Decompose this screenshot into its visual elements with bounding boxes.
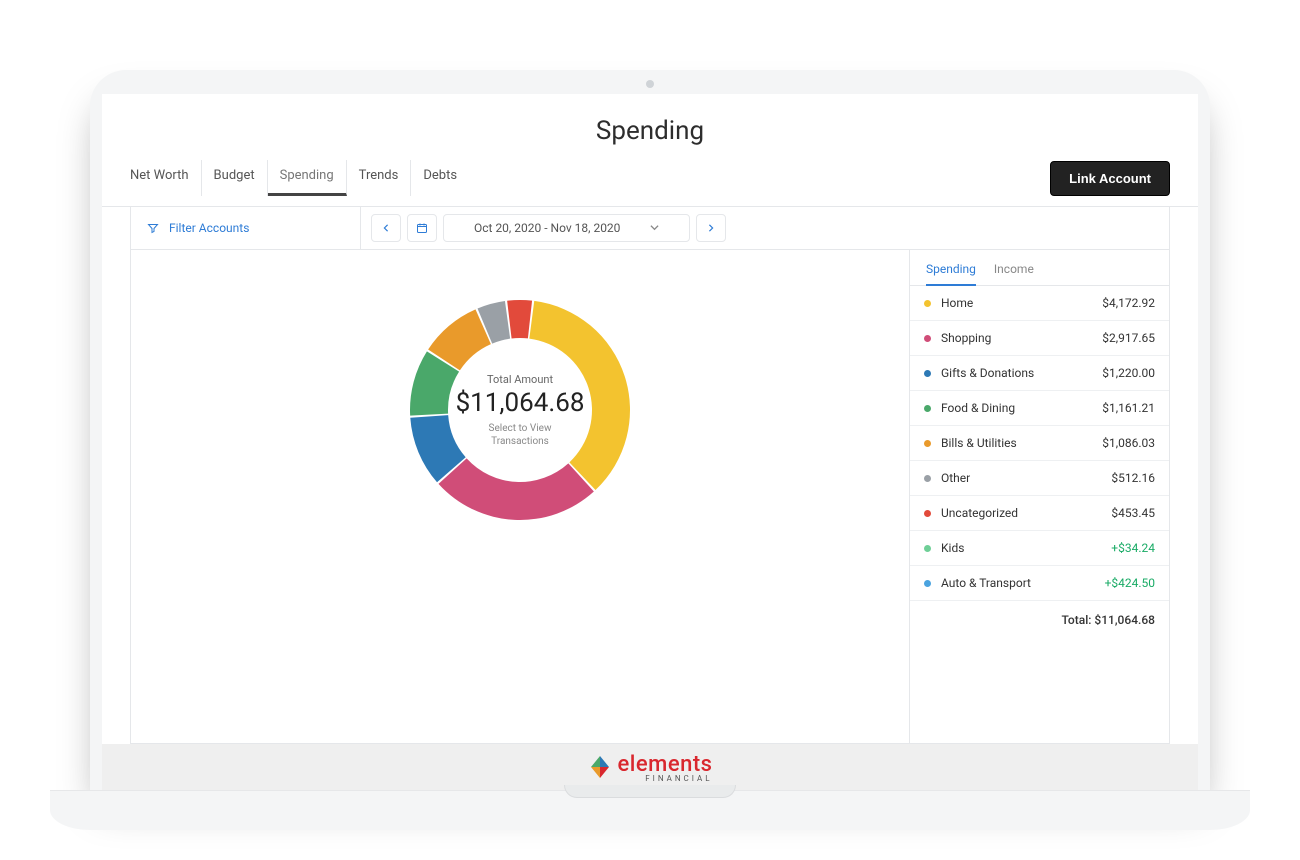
category-name: Gifts & Donations [941, 366, 1102, 380]
footer-logo-bar: elements FINANCIAL [102, 744, 1198, 790]
filter-bar: Filter Accounts Oct 20, 2020 - Nov 18, 2… [130, 206, 1170, 250]
calendar-button[interactable] [407, 214, 437, 242]
category-name: Other [941, 471, 1111, 485]
chevron-down-icon [650, 223, 659, 232]
category-amount: $2,917.65 [1102, 331, 1155, 345]
category-row[interactable]: Uncategorized$453.45 [910, 496, 1169, 531]
category-name: Uncategorized [941, 506, 1111, 520]
category-color-dot [924, 545, 931, 552]
category-color-dot [924, 580, 931, 587]
side-tabs: Spending Income [910, 250, 1169, 286]
category-color-dot [924, 475, 931, 482]
donut-chart[interactable]: Total Amount $11,064.68 Select to View T… [400, 290, 640, 530]
category-row[interactable]: Auto & Transport+$424.50 [910, 566, 1169, 601]
donut-slice[interactable] [438, 458, 593, 520]
donut-slice[interactable] [507, 300, 532, 338]
date-next-button[interactable] [696, 214, 726, 242]
category-color-dot [924, 440, 931, 447]
category-amount: $1,086.03 [1102, 436, 1155, 450]
category-color-dot [924, 405, 931, 412]
elements-logo: elements FINANCIAL [587, 752, 712, 783]
category-row[interactable]: Shopping$2,917.65 [910, 321, 1169, 356]
date-range-picker[interactable]: Oct 20, 2020 - Nov 18, 2020 [443, 214, 690, 242]
date-nav: Oct 20, 2020 - Nov 18, 2020 [361, 206, 1169, 249]
camera-dot [646, 80, 654, 88]
category-name: Kids [941, 541, 1111, 555]
laptop-base [50, 790, 1250, 830]
category-row[interactable]: Other$512.16 [910, 461, 1169, 496]
category-color-dot [924, 510, 931, 517]
tab-spending[interactable]: Spending [268, 160, 347, 196]
category-amount: $4,172.92 [1102, 296, 1155, 310]
body: Total Amount $11,064.68 Select to View T… [130, 250, 1170, 744]
category-row[interactable]: Home$4,172.92 [910, 286, 1169, 321]
category-amount: +$34.24 [1111, 541, 1155, 555]
chart-panel: Total Amount $11,064.68 Select to View T… [131, 250, 909, 743]
category-row[interactable]: Gifts & Donations$1,220.00 [910, 356, 1169, 391]
category-row[interactable]: Food & Dining$1,161.21 [910, 391, 1169, 426]
category-amount: $453.45 [1111, 506, 1155, 520]
category-color-dot [924, 300, 931, 307]
category-name: Home [941, 296, 1102, 310]
category-list: Home$4,172.92Shopping$2,917.65Gifts & Do… [910, 286, 1169, 601]
page-title: Spending [102, 94, 1198, 160]
tab-budget[interactable]: Budget [202, 160, 268, 196]
screen: Spending Net WorthBudgetSpendingTrendsDe… [102, 94, 1198, 790]
category-name: Shopping [941, 331, 1102, 345]
logo-mark-icon [587, 754, 613, 780]
filter-accounts-label: Filter Accounts [169, 221, 249, 235]
logo-brand: elements [617, 752, 712, 777]
date-range-text: Oct 20, 2020 - Nov 18, 2020 [474, 221, 620, 235]
date-prev-button[interactable] [371, 214, 401, 242]
category-name: Auto & Transport [941, 576, 1105, 590]
laptop-frame: Spending Net WorthBudgetSpendingTrendsDe… [90, 70, 1210, 790]
category-amount: $1,220.00 [1102, 366, 1155, 380]
logo-text: elements FINANCIAL [617, 752, 712, 783]
category-total: Total: $11,064.68 [910, 601, 1169, 639]
app: Spending Net WorthBudgetSpendingTrendsDe… [102, 94, 1198, 790]
category-amount: $1,161.21 [1102, 401, 1155, 415]
nav-tabs: Net WorthBudgetSpendingTrendsDebts [130, 160, 469, 196]
category-side-panel: Spending Income Home$4,172.92Shopping$2,… [909, 250, 1169, 743]
category-name: Bills & Utilities [941, 436, 1102, 450]
filter-accounts-button[interactable]: Filter Accounts [131, 206, 361, 249]
tab-debts[interactable]: Debts [411, 160, 469, 196]
side-tab-spending[interactable]: Spending [926, 262, 976, 286]
tabs-row: Net WorthBudgetSpendingTrendsDebts Link … [102, 160, 1198, 207]
category-row[interactable]: Kids+$34.24 [910, 531, 1169, 566]
category-name: Food & Dining [941, 401, 1102, 415]
side-tab-income[interactable]: Income [994, 262, 1034, 285]
category-amount: $512.16 [1111, 471, 1155, 485]
tab-net-worth[interactable]: Net Worth [130, 160, 202, 196]
tab-trends[interactable]: Trends [347, 160, 412, 196]
link-account-button[interactable]: Link Account [1050, 161, 1170, 196]
donut-slice[interactable] [529, 301, 630, 490]
filter-icon [147, 222, 159, 234]
category-color-dot [924, 335, 931, 342]
category-color-dot [924, 370, 931, 377]
category-amount: +$424.50 [1105, 576, 1155, 590]
category-row[interactable]: Bills & Utilities$1,086.03 [910, 426, 1169, 461]
